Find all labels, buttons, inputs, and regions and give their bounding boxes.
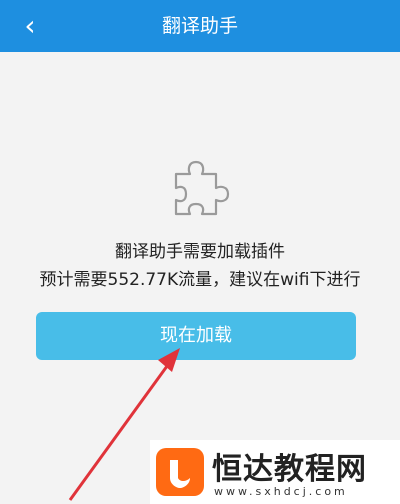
load-now-button[interactable]: 现在加载 bbox=[36, 312, 356, 360]
traffic-estimate-message: 预计需要552.77K流量，建议在wifi下进行 bbox=[39, 270, 361, 290]
plugin-panel: 翻译助手需要加载插件 预计需要552.77K流量，建议在wifi下进行 现在加载 bbox=[0, 52, 400, 504]
page-title: 翻译助手 bbox=[161, 15, 238, 37]
brand-name: 恒达教程网 bbox=[212, 452, 367, 487]
brand-logo bbox=[156, 448, 204, 496]
brand-domain: www.sxhdcj.com bbox=[214, 485, 348, 498]
puzzle-piece-icon bbox=[174, 160, 230, 216]
watermark: 恒达教程网 www.sxhdcj.com bbox=[150, 440, 400, 504]
plugin-required-message: 翻译助手需要加载插件 bbox=[115, 242, 285, 262]
title-bar: ‹ 翻译助手 bbox=[0, 0, 400, 52]
